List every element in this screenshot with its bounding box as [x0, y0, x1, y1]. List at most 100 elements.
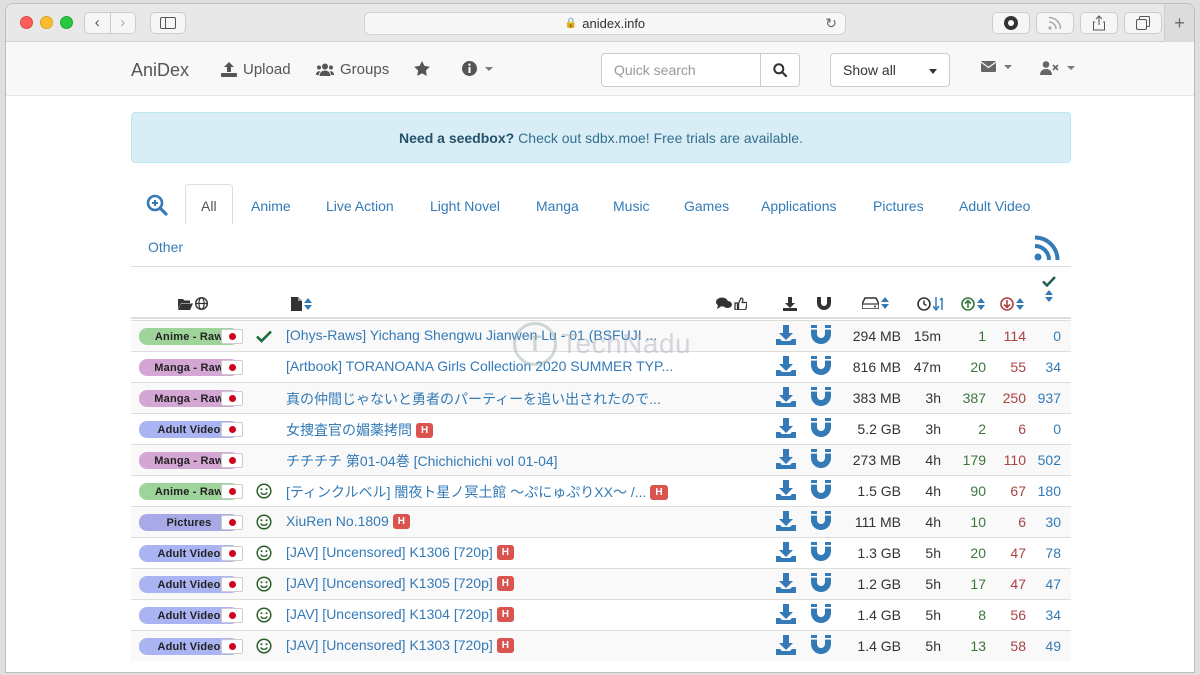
seeders-sort-header[interactable]: [961, 297, 985, 311]
download-torrent-button[interactable]: [776, 418, 796, 441]
download-torrent-button[interactable]: [776, 449, 796, 472]
tab-live-action[interactable]: Live Action: [326, 196, 394, 216]
magnet-link-button[interactable]: [811, 418, 831, 441]
completed-count: 502: [1037, 452, 1061, 468]
magnet-link-button[interactable]: [811, 542, 831, 565]
completed-count: 30: [1045, 514, 1061, 530]
groups-link[interactable]: Groups: [316, 61, 389, 78]
sort-icon: [1016, 298, 1024, 310]
favorites-link[interactable]: [414, 61, 430, 76]
search-button[interactable]: [760, 53, 800, 87]
messages-menu[interactable]: [981, 61, 1012, 72]
forward-button[interactable]: ›: [111, 13, 136, 33]
age-sort-header[interactable]: [917, 297, 945, 311]
tab-anime[interactable]: Anime: [251, 196, 291, 216]
download-torrent-button[interactable]: [776, 480, 796, 503]
seeders-count: 13: [970, 638, 986, 654]
magnet-link-button[interactable]: [811, 511, 831, 534]
tab-music[interactable]: Music: [613, 196, 650, 216]
quick-search-input[interactable]: [601, 53, 761, 87]
tab-light-novel[interactable]: Light Novel: [430, 196, 500, 216]
tab-games[interactable]: Games: [684, 196, 729, 216]
close-window-button[interactable]: [20, 16, 33, 29]
download-torrent-button[interactable]: [776, 635, 796, 658]
magnet-link-button[interactable]: [811, 356, 831, 379]
torrent-title-link[interactable]: 真の仲間じゃないと勇者のパーティーを追い出されたので...: [286, 389, 661, 409]
tab-applications[interactable]: Applications: [761, 196, 837, 216]
size-sort-header[interactable]: [862, 297, 889, 309]
sidebar-toggle-button[interactable]: [150, 12, 186, 34]
tabs-overview-button[interactable]: [1124, 12, 1162, 34]
history-nav: ‹ ›: [84, 12, 136, 34]
reload-icon[interactable]: ↻: [825, 15, 837, 32]
upload-label: Upload: [243, 61, 291, 78]
folder-open-icon: [178, 298, 193, 310]
minimize-window-button[interactable]: [40, 16, 53, 29]
table-row: Manga - Raw 真の仲間じゃないと勇者のパーティーを追い出されたので...…: [131, 382, 1071, 413]
torrent-age: 3h: [925, 390, 941, 406]
rss-feed-link[interactable]: [1034, 235, 1060, 266]
filter-select[interactable]: Show all: [830, 53, 950, 87]
download-torrent-button[interactable]: [776, 542, 796, 565]
download-torrent-button[interactable]: [776, 356, 796, 379]
magnet-link-button[interactable]: [811, 635, 831, 658]
back-button[interactable]: ‹: [85, 13, 111, 33]
leechers-count: 110: [1003, 452, 1026, 468]
magnet-link-button[interactable]: [811, 604, 831, 627]
site-brand[interactable]: AniDex: [131, 60, 189, 81]
table-row: Pictures XiuRen No.1809 H 111 MB 4h 10 6 30: [131, 506, 1071, 537]
torrent-title-link[interactable]: チチチチ 第01-04巻 [Chichichichi vol 01-04]: [286, 451, 558, 471]
magnet-link-button[interactable]: [811, 480, 831, 503]
chevron-down-icon: [485, 66, 493, 71]
info-menu[interactable]: [462, 61, 493, 76]
tab-all[interactable]: All: [185, 184, 233, 225]
advanced-search-button[interactable]: [146, 194, 168, 221]
torrent-title-link[interactable]: 女捜査官の媚薬拷問 H: [286, 420, 434, 440]
magnet-link-button[interactable]: [811, 573, 831, 596]
completed-count: 49: [1045, 638, 1061, 654]
torrent-title-link[interactable]: [JAV] [Uncensored] K1305 [720p] H: [286, 575, 514, 591]
tab-pictures[interactable]: Pictures: [873, 196, 924, 216]
torrent-title-link[interactable]: [ティンクルベル] 闇夜ト星ノ冥土館 ～ぷにゅぷりXX～ /... H: [286, 482, 668, 502]
torrent-title: [JAV] [Uncensored] K1306 [720p]: [286, 544, 493, 560]
share-button[interactable]: [1080, 12, 1118, 34]
torrent-title-link[interactable]: [Artbook] TORANOANA Girls Collection 202…: [286, 358, 673, 374]
alert-text[interactable]: Check out sdbx.moe! Free trials are avai…: [518, 130, 803, 146]
download-torrent-button[interactable]: [776, 387, 796, 410]
check-icon: [256, 330, 272, 343]
search-icon: [773, 63, 787, 77]
category-language-header[interactable]: [178, 297, 208, 310]
address-bar[interactable]: 🔒 anidex.info ↻: [364, 12, 846, 35]
japan-flag-icon: [221, 391, 243, 406]
zoom-window-button[interactable]: [60, 16, 73, 29]
magnet-link-button[interactable]: [811, 387, 831, 410]
torrent-age: 5h: [925, 638, 941, 654]
reader-feed-button[interactable]: [1036, 12, 1074, 34]
torrent-title-link[interactable]: [JAV] [Uncensored] K1306 [720p] H: [286, 544, 514, 560]
download-torrent-button[interactable]: [776, 325, 796, 348]
smile-icon: [256, 576, 272, 592]
tab-manga[interactable]: Manga: [536, 196, 579, 216]
download-torrent-button[interactable]: [776, 604, 796, 627]
extension-button[interactable]: [992, 12, 1030, 34]
filename-sort-header[interactable]: [291, 297, 312, 311]
status-icon: [255, 327, 273, 345]
tab-adult-video[interactable]: Adult Video: [959, 196, 1030, 216]
new-tab-button[interactable]: +: [1164, 4, 1194, 42]
magnet-link-button[interactable]: [811, 325, 831, 348]
magnet-link-button[interactable]: [811, 449, 831, 472]
torrent-title-link[interactable]: [Ohys-Raws] Yichang Shengwu Jianwen Lu -…: [286, 327, 657, 343]
magnet-icon: [811, 449, 831, 468]
torrent-title-link[interactable]: [JAV] [Uncensored] K1303 [720p] H: [286, 637, 514, 653]
tab-other[interactable]: Other: [148, 237, 183, 257]
torrent-title-link[interactable]: XiuRen No.1809 H: [286, 513, 410, 529]
leechers-sort-header[interactable]: [1000, 297, 1024, 311]
upload-link[interactable]: Upload: [221, 61, 291, 78]
japan-flag-icon: [221, 515, 243, 530]
browser-titlebar: ‹ › 🔒 anidex.info ↻ +: [6, 4, 1194, 42]
torrent-title-link[interactable]: [JAV] [Uncensored] K1304 [720p] H: [286, 606, 514, 622]
download-torrent-button[interactable]: [776, 573, 796, 596]
completed-sort-header[interactable]: [1042, 276, 1056, 302]
download-torrent-button[interactable]: [776, 511, 796, 534]
user-menu[interactable]: [1040, 61, 1075, 75]
